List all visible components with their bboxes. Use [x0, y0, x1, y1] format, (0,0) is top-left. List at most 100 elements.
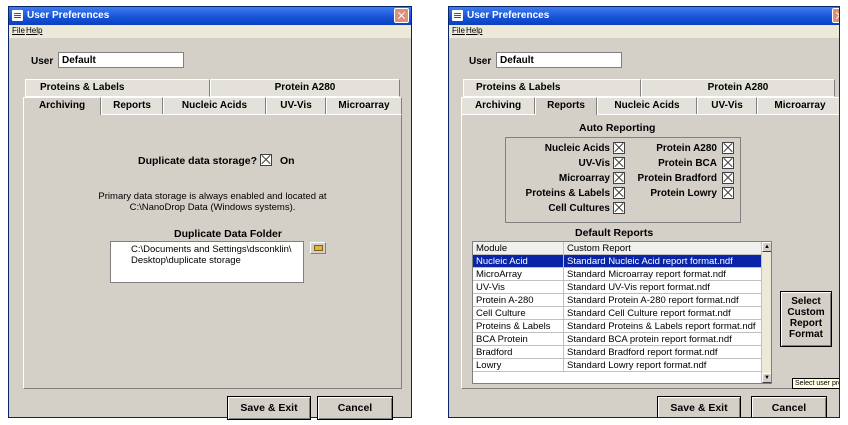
auto-checkbox-protein-bradford[interactable] — [722, 172, 734, 184]
tooltip: Select user pre — [792, 378, 839, 389]
tab-proteins-labels[interactable]: Proteins & Labels — [463, 79, 641, 97]
table-row[interactable]: BCA Protein Standard BCA protein report f… — [473, 333, 761, 346]
row-module: Nucleic Acid — [476, 256, 528, 267]
default-reports-heading: Default Reports — [575, 227, 654, 239]
tab-microarray[interactable]: Microarray — [326, 97, 402, 115]
row-custom-report: Standard Microarray report format.ndf — [563, 268, 726, 281]
select-button-line4: Format — [789, 329, 823, 340]
select-button-line3: Report — [789, 318, 823, 329]
row-custom-report: Standard Lowry report format.ndf — [563, 359, 706, 372]
tab-reports[interactable]: Reports — [535, 97, 597, 115]
scroll-down-icon[interactable]: ▼ — [762, 373, 771, 383]
tab-microarray[interactable]: Microarray — [757, 97, 839, 115]
table-row[interactable]: Cell Culture Standard Cell Culture report… — [473, 307, 761, 320]
auto-label-protein-lowry: Protein Lowry — [650, 188, 717, 199]
tab-uv-vis[interactable]: UV-Vis — [266, 97, 326, 115]
duplicate-storage-checkbox[interactable] — [260, 154, 272, 166]
folder-path-line1: C:\Documents and Settings\dsconklin\ — [131, 244, 292, 255]
primary-storage-note-line1: Primary data storage is always enabled a… — [98, 191, 327, 202]
select-custom-report-button[interactable]: Select Custom Report Format — [780, 291, 832, 347]
reports-panel: Auto Reporting Nucleic Acids UV-Vis Micr… — [461, 114, 839, 389]
tab-proteins-labels[interactable]: Proteins & Labels — [25, 79, 210, 97]
folder-path-line2: Desktop\duplicate storage — [131, 255, 241, 266]
auto-reporting-heading: Auto Reporting — [579, 122, 656, 134]
tab-nucleic-acids[interactable]: Nucleic Acids — [597, 97, 697, 115]
auto-checkbox-nucleic-acids[interactable] — [613, 142, 625, 154]
row-module: MicroArray — [476, 269, 522, 280]
row-custom-report: Standard Proteins & Labels report format… — [563, 320, 756, 333]
duplicate-folder-path[interactable]: C:\Documents and Settings\dsconklin\ Des… — [110, 241, 304, 283]
auto-label-microarray: Microarray — [558, 173, 610, 184]
user-field[interactable]: Default — [496, 52, 622, 68]
column-header-module: Module — [476, 243, 508, 254]
menu-bar: File Help — [9, 25, 411, 38]
auto-checkbox-protein-lowry[interactable] — [722, 187, 734, 199]
auto-checkbox-proteins-labels[interactable] — [613, 187, 625, 199]
tab-archiving[interactable]: Archiving — [23, 97, 101, 115]
tab-nucleic-acids[interactable]: Nucleic Acids — [163, 97, 266, 115]
close-icon[interactable] — [832, 8, 839, 23]
row-module: Lowry — [476, 360, 502, 371]
tab-protein-a280[interactable]: Protein A280 — [210, 79, 400, 97]
duplicate-folder-heading: Duplicate Data Folder — [174, 228, 282, 240]
row-custom-report: Standard Protein A-280 report format.ndf — [563, 294, 739, 307]
auto-label-protein-bca: Protein BCA — [658, 158, 717, 169]
menu-help[interactable]: Help — [26, 26, 42, 35]
tab-reports[interactable]: Reports — [101, 97, 163, 115]
table-row[interactable]: Nucleic Acid Standard Nucleic Acid report… — [473, 255, 761, 268]
table-row[interactable]: Bradford Standard Bradford report format.… — [473, 346, 761, 359]
auto-label-proteins-labels: Proteins & Labels — [525, 188, 610, 199]
save-exit-button[interactable]: Save & Exit — [227, 396, 311, 420]
row-module: Cell Culture — [476, 308, 526, 319]
table-header: Module Custom Report — [473, 242, 761, 255]
auto-checkbox-protein-bca[interactable] — [722, 157, 734, 169]
dialog-client: User Default Proteins & Labels Protein A… — [15, 39, 405, 420]
select-button-line2: Custom — [787, 307, 825, 318]
primary-storage-note-line2: C:\NanoDrop Data (Windows systems). — [129, 202, 296, 213]
app-icon — [452, 10, 463, 21]
duplicate-storage-label: Duplicate data storage? — [138, 155, 258, 167]
row-module: Bradford — [476, 347, 513, 358]
user-field[interactable]: Default — [58, 52, 184, 68]
menu-file[interactable]: File — [452, 26, 465, 35]
title-bar: User Preferences — [449, 7, 839, 25]
preferences-window-archiving: User Preferences File Help User Default … — [8, 6, 412, 420]
auto-label-nucleic-acids: Nucleic Acids — [544, 143, 610, 154]
cancel-button[interactable]: Cancel — [317, 396, 393, 420]
auto-checkbox-microarray[interactable] — [613, 172, 625, 184]
row-module: UV-Vis — [476, 282, 505, 293]
row-custom-report: Standard BCA protein report format.ndf — [563, 333, 732, 346]
table-row[interactable]: Proteins & Labels Standard Proteins & Lab… — [473, 320, 761, 333]
save-exit-button[interactable]: Save & Exit — [657, 396, 741, 417]
table-row[interactable]: UV-Vis Standard UV-Vis report format.ndf — [473, 281, 761, 294]
tab-protein-a280[interactable]: Protein A280 — [641, 79, 835, 97]
select-button-line1: Select — [791, 296, 821, 307]
row-custom-report: Standard Cell Culture report format.ndf — [563, 307, 731, 320]
user-label: User — [469, 56, 492, 67]
table-row[interactable]: Lowry Standard Lowry report format.ndf — [473, 359, 761, 372]
auto-label-cell-cultures: Cell Cultures — [548, 203, 610, 214]
table-scrollbar[interactable]: ▲ ▼ — [761, 242, 771, 383]
auto-checkbox-uv-vis[interactable] — [613, 157, 625, 169]
auto-label-uv-vis: UV-Vis — [578, 158, 611, 169]
close-icon[interactable] — [394, 8, 409, 23]
menu-file[interactable]: File — [12, 26, 25, 35]
auto-checkbox-protein-a280[interactable] — [722, 142, 734, 154]
row-custom-report: Standard Nucleic Acid report format.ndf — [563, 255, 733, 268]
tab-archiving[interactable]: Archiving — [461, 97, 535, 115]
browse-folder-icon[interactable] — [310, 242, 326, 254]
table-row[interactable]: Protein A-280 Standard Protein A-280 repo… — [473, 294, 761, 307]
scroll-up-icon[interactable]: ▲ — [762, 242, 771, 252]
menu-bar: File Help — [449, 25, 839, 38]
auto-label-protein-a280: Protein A280 — [656, 143, 717, 154]
table-row[interactable]: MicroArray Standard Microarray report for… — [473, 268, 761, 281]
dialog-client: User Default Proteins & Labels Protein A… — [455, 39, 839, 417]
archiving-panel: Duplicate data storage? On Primary data … — [23, 114, 402, 389]
cancel-button[interactable]: Cancel — [751, 396, 827, 417]
default-reports-table: Module Custom Report Nucleic Acid Standar… — [472, 241, 772, 384]
window-title: User Preferences — [467, 10, 550, 21]
tab-uv-vis[interactable]: UV-Vis — [697, 97, 757, 115]
auto-checkbox-cell-cultures[interactable] — [613, 202, 625, 214]
menu-help[interactable]: Help — [466, 26, 482, 35]
window-title: User Preferences — [27, 10, 110, 21]
